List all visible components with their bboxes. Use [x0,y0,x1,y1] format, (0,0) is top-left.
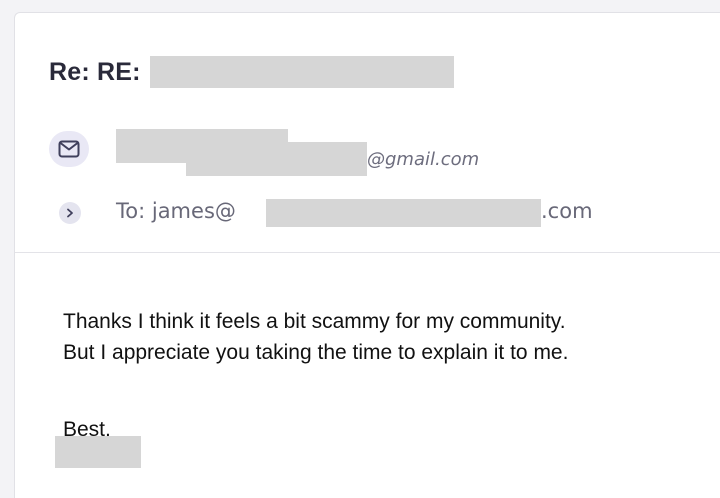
mail-icon [58,140,80,158]
body-line: Thanks I think it feels a bit scammy for… [63,310,566,333]
header-divider [15,252,720,253]
redacted-sender-address [186,142,367,176]
email-subject: Re: RE: [49,55,454,89]
recipient-label: To: james@ [116,199,236,223]
sender-email: @gmail.com [367,149,480,170]
redacted-subject [149,56,454,88]
subject-text: Re: RE: [49,57,141,86]
email-message: Re: RE: @gmail.com To: james@ .com Thank… [14,12,720,498]
body-line: But I appreciate you taking the time to … [63,341,569,364]
recipient-domain-suffix: .com [541,199,593,223]
chevron-right-icon [67,208,73,218]
redacted-recipient-domain [266,199,541,227]
redacted-signature [55,436,141,468]
sender-avatar [49,131,89,167]
email-body: Thanks I think it feels a bit scammy for… [63,306,568,368]
expand-recipients-button[interactable] [59,202,81,224]
